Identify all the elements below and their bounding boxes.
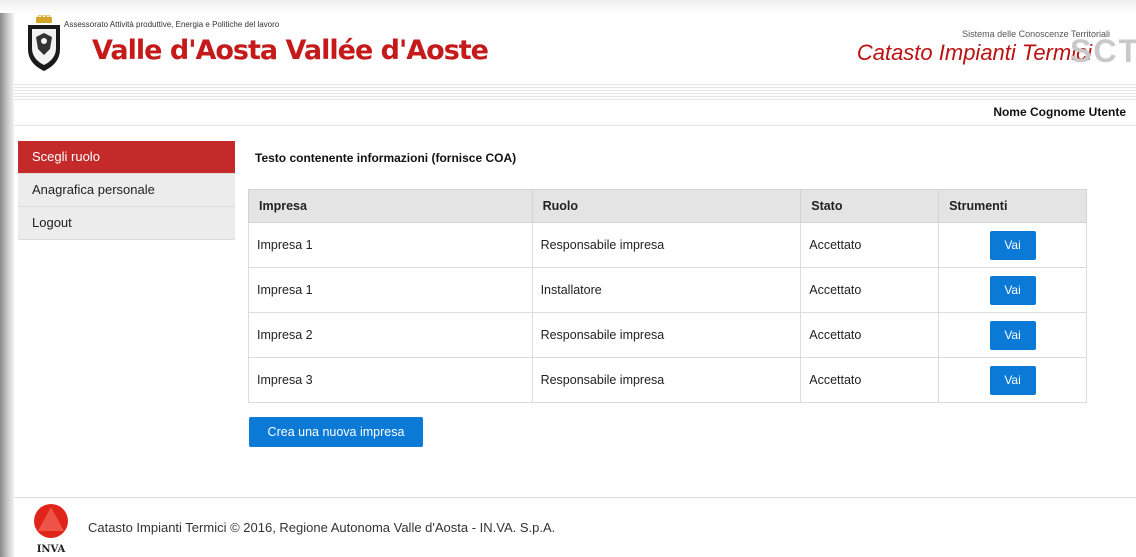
cell-stato: Accettato xyxy=(800,267,940,313)
region-logo-text: Valle d'Aosta Vallée d'Aoste xyxy=(92,35,489,66)
info-text: Testo contenente informazioni (fornisce … xyxy=(255,151,517,165)
cell-ruolo: Responsabile impresa xyxy=(531,312,802,358)
sidebar-item-logout[interactable]: Logout xyxy=(18,207,235,240)
table-header-row: Impresa Ruolo Stato Strumenti xyxy=(248,189,1087,223)
page-header: Assessorato Attività produttive, Energia… xyxy=(14,13,1136,77)
column-header-ruolo: Ruolo xyxy=(531,189,802,223)
cell-impresa: Impresa 1 xyxy=(248,222,533,268)
companies-table: Impresa Ruolo Stato Strumenti Impresa 1 … xyxy=(248,189,1087,403)
create-company-button[interactable]: Crea una nuova impresa xyxy=(249,417,423,447)
table-row: Impresa 2 Responsabile impresa Accettato… xyxy=(248,312,1087,358)
table-row: Impresa 1 Installatore Accettato Vai xyxy=(248,267,1087,313)
column-header-strumenti: Strumenti xyxy=(938,189,1087,223)
cell-stato: Accettato xyxy=(800,357,940,403)
vai-button[interactable]: Vai xyxy=(989,230,1036,260)
footer-divider xyxy=(14,497,1136,498)
cell-stato: Accettato xyxy=(800,222,940,268)
vai-button[interactable]: Vai xyxy=(989,365,1036,395)
sidebar-item-anagrafica-personale[interactable]: Anagrafica personale xyxy=(18,174,235,207)
cell-ruolo: Responsabile impresa xyxy=(531,222,802,268)
vai-button[interactable]: Vai xyxy=(989,320,1036,350)
user-name: Nome Cognome Utente xyxy=(993,105,1126,119)
assessorato-label: Assessorato Attività produttive, Energia… xyxy=(64,20,280,29)
sidebar-item-scegli-ruolo[interactable]: Scegli ruolo xyxy=(18,141,235,174)
cell-ruolo: Responsabile impresa xyxy=(531,357,802,403)
cell-strumenti: Vai xyxy=(938,312,1087,358)
cell-strumenti: Vai xyxy=(938,357,1087,403)
vai-button[interactable]: Vai xyxy=(989,275,1036,305)
cell-ruolo: Installatore xyxy=(531,267,802,313)
table-row: Impresa 3 Responsabile impresa Accettato… xyxy=(248,357,1087,403)
region-crest-icon xyxy=(28,15,60,71)
footer-copyright: Catasto Impianti Termici © 2016, Regione… xyxy=(88,520,556,535)
cell-strumenti: Vai xyxy=(938,222,1087,268)
sidebar: Scegli ruolo Anagrafica personale Logout xyxy=(18,141,235,240)
cell-strumenti: Vai xyxy=(938,267,1087,313)
inva-logo-label: INVA xyxy=(37,544,66,555)
cell-impresa: Impresa 3 xyxy=(248,357,533,403)
column-header-impresa: Impresa xyxy=(248,189,533,223)
header-stripe-bar xyxy=(14,84,1136,102)
sct-logo: SCT xyxy=(1070,33,1136,69)
table-row: Impresa 1 Responsabile impresa Accettato… xyxy=(248,222,1087,268)
header-divider xyxy=(14,125,1136,126)
column-header-stato: Stato xyxy=(800,189,940,223)
cell-impresa: Impresa 1 xyxy=(248,267,533,313)
cell-impresa: Impresa 2 xyxy=(248,312,533,358)
cell-stato: Accettato xyxy=(800,312,940,358)
window-edge xyxy=(0,0,14,557)
inva-logo-icon: INVA xyxy=(34,504,68,555)
window-top-edge xyxy=(0,0,1136,13)
system-title: Catasto Impianti Termici xyxy=(856,40,1092,65)
